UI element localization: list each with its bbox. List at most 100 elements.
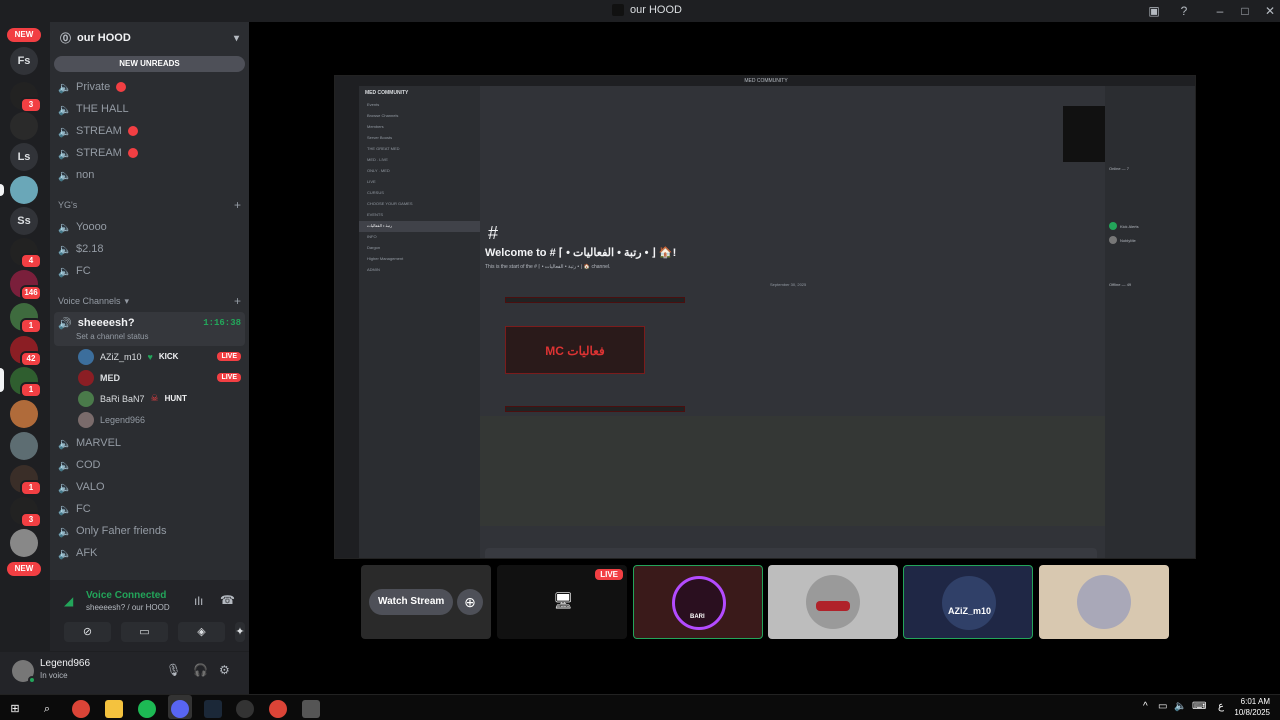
spotify-icon[interactable]	[138, 700, 156, 718]
channel-only-faher-friends[interactable]: 🔈 Only Faher friends	[50, 520, 249, 542]
chrome-icon[interactable]	[72, 700, 90, 718]
channel-cod[interactable]: 🔈 COD	[50, 454, 249, 476]
channel-stream-1[interactable]: 🔈 STREAM	[50, 120, 249, 142]
channel-yoooo[interactable]: 🔈 Yoooo	[50, 216, 249, 238]
participant-tile-aziz[interactable]: AZiZ_m10	[903, 565, 1033, 639]
steam-icon[interactable]	[204, 700, 222, 718]
channel-the-hall[interactable]: 🔈 THE HALL	[50, 98, 249, 120]
add-channel-icon[interactable]: +	[234, 294, 241, 308]
stream-tile-preview[interactable]: Watch Stream ⊕	[361, 565, 491, 639]
channel-non[interactable]: 🔈 non	[50, 164, 249, 186]
keyboard-icon[interactable]: ⌨	[1192, 701, 1206, 712]
new-pill-bottom[interactable]: NEW	[7, 562, 41, 576]
volume-icon[interactable]: 🔈	[1174, 701, 1186, 712]
channel-private[interactable]: 🔈 Private	[50, 76, 249, 98]
guild-game[interactable]	[10, 176, 38, 204]
guild-ss[interactable]: Ss	[10, 207, 38, 235]
voice-user[interactable]: Legend966	[50, 409, 249, 430]
maximize-button[interactable]: □	[1237, 3, 1253, 19]
network-icon[interactable]: ▭	[1158, 701, 1167, 712]
disconnect-icon[interactable]: ☎	[220, 593, 235, 607]
chevron-down-icon[interactable]: ▾	[234, 33, 239, 44]
guild-brown[interactable]: 1	[10, 465, 42, 496]
category-ygs[interactable]: YG's +	[50, 194, 249, 216]
speaker-icon: 🔈	[58, 125, 72, 138]
watch-stream-button[interactable]: Watch Stream	[369, 589, 454, 615]
category-voice-channels[interactable]: Voice Channels ▾ +	[50, 290, 249, 312]
participant-tile-bari[interactable]: BARI	[633, 565, 763, 639]
channel-fc-yg[interactable]: 🔈 FC	[50, 260, 249, 282]
signal-icon[interactable]: ◢	[64, 594, 73, 608]
new-unreads-banner[interactable]: NEW UNREADS	[54, 56, 245, 72]
shared-channel: THE GREAT MED	[367, 146, 400, 151]
voice-user[interactable]: BaRi BaN7 ☠ HUNT	[50, 388, 249, 409]
channel-valo[interactable]: 🔈 VALO	[50, 476, 249, 498]
user-name[interactable]: Legend966	[40, 658, 90, 669]
guild-grey[interactable]	[10, 432, 38, 460]
server-header[interactable]: ⓪ our HOOD ▾	[50, 22, 249, 54]
add-stream-icon[interactable]: ⊕	[457, 589, 483, 615]
speaker-icon: 🔈	[58, 81, 72, 94]
chevron-up-icon[interactable]: ^	[1143, 701, 1148, 712]
channel-marvel[interactable]: 🔈 MARVEL	[50, 432, 249, 454]
channel-label: $2.18	[76, 243, 104, 255]
voice-connected-title[interactable]: Voice Connected	[86, 590, 166, 601]
guild-ahmad[interactable]	[10, 112, 38, 140]
windows-start-icon[interactable]: ⊞	[6, 700, 24, 718]
guild-black[interactable]: 3	[10, 497, 42, 528]
guild-badge: 1	[20, 480, 42, 496]
shared-chat: # Welcome to # ⌈ • رتبة • الفعاليات • ⌋ …	[480, 86, 1105, 558]
soundboard-button[interactable]: ✦	[235, 622, 245, 642]
guild-fs[interactable]: Fs	[10, 47, 38, 75]
channel-label: FC	[76, 265, 91, 277]
guild-orange[interactable]	[10, 400, 38, 428]
search-icon[interactable]: ⌕	[38, 700, 56, 718]
gear-icon[interactable]: ⚙	[219, 663, 230, 677]
close-button[interactable]: ✕	[1262, 3, 1278, 19]
channel-stream-2[interactable]: 🔈 STREAM	[50, 142, 249, 164]
microphone-icon[interactable]: 🎙	[166, 663, 181, 677]
shared-message-input	[485, 548, 1097, 558]
inbox-icon[interactable]: ▣	[1146, 3, 1162, 19]
discord-icon[interactable]	[171, 700, 189, 718]
participant-tile-car[interactable]	[768, 565, 898, 639]
shared-member-header: Online — 7	[1109, 166, 1129, 171]
guild-green[interactable]: 1	[10, 303, 42, 334]
channel-afk[interactable]: 🔈 AFK	[50, 542, 249, 564]
stream-tile-live[interactable]: LIVE 🖥	[497, 565, 627, 639]
speaker-icon: 🔈	[58, 481, 72, 494]
chevron-down-icon: ▾	[124, 295, 130, 306]
app-icon[interactable]	[236, 700, 254, 718]
guild-light[interactable]	[10, 529, 38, 557]
camera-off-button[interactable]: ⊘	[64, 622, 111, 642]
app-icon[interactable]	[302, 700, 320, 718]
clock-time: 6:01 AM	[1240, 697, 1270, 706]
voice-user[interactable]: AZiZ_m10 ♥ KICK LIVE	[50, 346, 249, 367]
guild-ls[interactable]: Ls	[10, 143, 38, 171]
guild-dark[interactable]: 4	[10, 238, 42, 269]
shared-channel: Server Boosts	[367, 135, 393, 140]
minimize-button[interactable]: –	[1212, 3, 1228, 19]
folder-icon[interactable]	[105, 700, 123, 718]
chrome-icon[interactable]	[269, 700, 287, 718]
clock[interactable]: 6:01 AM 10/8/2025	[1210, 696, 1270, 718]
new-pill-top[interactable]: NEW	[7, 28, 41, 42]
screen-share-button[interactable]: ▭	[121, 622, 168, 642]
channel-status-prompt[interactable]: Set a channel status	[58, 332, 241, 344]
headphones-icon[interactable]: 🎧	[193, 663, 208, 677]
participant-tile-legend[interactable]	[1039, 565, 1169, 639]
guild-hunters[interactable]: 3	[10, 82, 42, 113]
guild-lime[interactable]: 1	[10, 367, 42, 398]
guild-red[interactable]: 146	[10, 270, 42, 301]
channel-218[interactable]: 🔈 $2.18	[50, 238, 249, 260]
help-icon[interactable]: ?	[1176, 3, 1192, 19]
guild-crimson[interactable]: 42	[10, 336, 42, 367]
soundboard-icon[interactable]: ılı	[194, 594, 203, 608]
add-channel-icon[interactable]: +	[234, 198, 241, 212]
activity-button[interactable]: ◈	[178, 622, 225, 642]
channel-fc[interactable]: 🔈 FC	[50, 498, 249, 520]
shared-screen[interactable]: MED COMMUNITY MED COMMUNITY Events Brows…	[334, 75, 1196, 559]
active-voice-channel[interactable]: 🔊 sheeeesh? 1:16:38 Set a channel status	[54, 312, 245, 346]
voice-connected-subtitle: sheeeesh? / our HOOD	[86, 603, 170, 612]
voice-user[interactable]: MED LIVE	[50, 367, 249, 388]
